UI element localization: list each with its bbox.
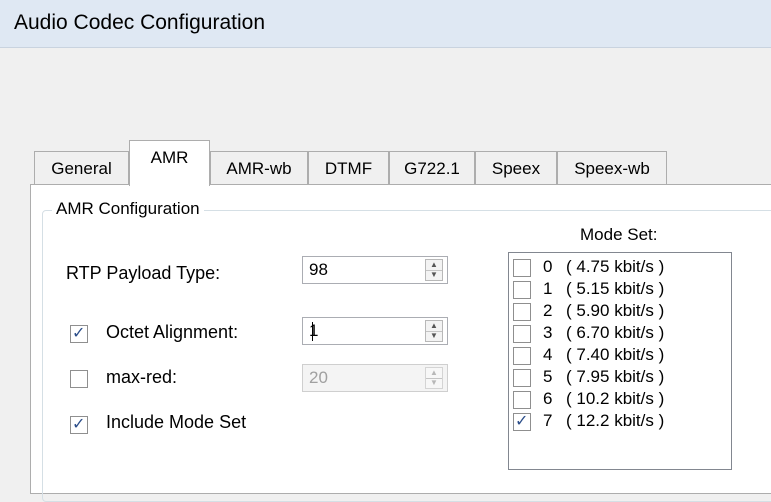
mode-item[interactable]: 3 ( 6.70 kbit/s ) (509, 323, 729, 345)
mode-checkbox[interactable] (513, 259, 531, 277)
mode-checkbox[interactable] (513, 347, 531, 365)
group-title: AMR Configuration (52, 199, 204, 219)
mode-number: 7 (543, 411, 553, 430)
rtp-payload-value[interactable]: 98 (309, 260, 328, 280)
mode-number: 6 (543, 389, 553, 408)
window-title: Audio Codec Configuration (14, 11, 265, 34)
mode-number: 5 (543, 367, 553, 386)
mode-checkbox[interactable] (513, 325, 531, 343)
tab-general[interactable]: General (34, 151, 129, 185)
mode-item[interactable]: 1 ( 5.15 kbit/s ) (509, 279, 729, 301)
mode-checkbox[interactable] (513, 281, 531, 299)
octet-alignment-checkbox[interactable] (70, 323, 88, 343)
mode-checkbox[interactable] (513, 369, 531, 387)
mode-number: 0 (543, 257, 553, 276)
octet-alignment-label: Octet Alignment: (106, 322, 239, 342)
spin-down-icon[interactable]: ▼ (426, 331, 442, 341)
max-red-label: max-red: (106, 367, 178, 387)
rtp-payload-arrows[interactable]: ▲ ▼ (425, 259, 443, 281)
mode-rate: ( 7.40 kbit/s ) (566, 345, 665, 364)
mode-item[interactable]: 4 ( 7.40 kbit/s ) (509, 345, 729, 367)
max-red-checkbox[interactable] (70, 370, 88, 388)
tab-amr-wb[interactable]: AMR-wb (210, 151, 308, 185)
mode-item[interactable]: 5 ( 7.95 kbit/s ) (509, 367, 729, 389)
include-mode-set-label: Include Mode Set (106, 412, 247, 432)
octet-alignment-arrows[interactable]: ▲ ▼ (425, 320, 443, 342)
rtp-payload-label: RTP Payload Type: (66, 263, 221, 283)
mode-rate: ( 6.70 kbit/s ) (566, 323, 665, 342)
octet-alignment-value[interactable]: 1 (309, 321, 318, 341)
mode-item[interactable]: 7 ( 12.2 kbit/s ) (509, 411, 729, 433)
spin-down-icon: ▼ (430, 378, 438, 387)
mode-rate: ( 5.15 kbit/s ) (566, 279, 665, 298)
mode-set-title: Mode Set: (580, 225, 658, 244)
max-red-arrows: ▲ ▼ (425, 367, 443, 389)
tab-g722-1[interactable]: G722.1 (389, 151, 475, 185)
mode-rate: ( 10.2 kbit/s ) (566, 389, 665, 408)
mode-item[interactable]: 6 ( 10.2 kbit/s ) (509, 389, 729, 411)
tab-speex[interactable]: Speex (475, 151, 557, 185)
mode-number: 2 (543, 301, 553, 320)
max-red-spinner: 20 ▲ ▼ (302, 364, 448, 392)
mode-item[interactable]: 2 ( 5.90 kbit/s ) (509, 301, 729, 323)
mode-checkbox[interactable] (513, 411, 531, 431)
spin-down-icon[interactable]: ▼ (426, 270, 442, 280)
mode-checkbox[interactable] (513, 391, 531, 409)
octet-alignment-spinner[interactable]: 1 ▲ ▼ (302, 317, 448, 345)
mode-rate: ( 7.95 kbit/s ) (566, 367, 665, 386)
text-cursor (312, 322, 313, 341)
title-bar: Audio Codec Configuration (0, 0, 771, 48)
mode-number: 1 (543, 279, 553, 298)
tab-speex-wb[interactable]: Speex-wb (557, 151, 667, 185)
max-red-value: 20 (309, 368, 328, 387)
mode-set-list[interactable]: 0 ( 4.75 kbit/s ) 1 ( 5.15 kbit/s ) 2 ( … (508, 252, 732, 470)
tab-amr[interactable]: AMR (129, 140, 210, 186)
include-mode-set-checkbox[interactable] (70, 414, 88, 434)
mode-number: 4 (543, 345, 553, 364)
mode-rate: ( 4.75 kbit/s ) (566, 257, 665, 276)
mode-item[interactable]: 0 ( 4.75 kbit/s ) (509, 257, 729, 279)
tab-dtmf[interactable]: DTMF (308, 151, 389, 185)
mode-checkbox[interactable] (513, 303, 531, 321)
mode-rate: ( 12.2 kbit/s ) (566, 411, 665, 430)
mode-rate: ( 5.90 kbit/s ) (566, 301, 665, 320)
rtp-payload-spinner[interactable]: 98 ▲ ▼ (302, 256, 448, 284)
mode-number: 3 (543, 323, 553, 342)
